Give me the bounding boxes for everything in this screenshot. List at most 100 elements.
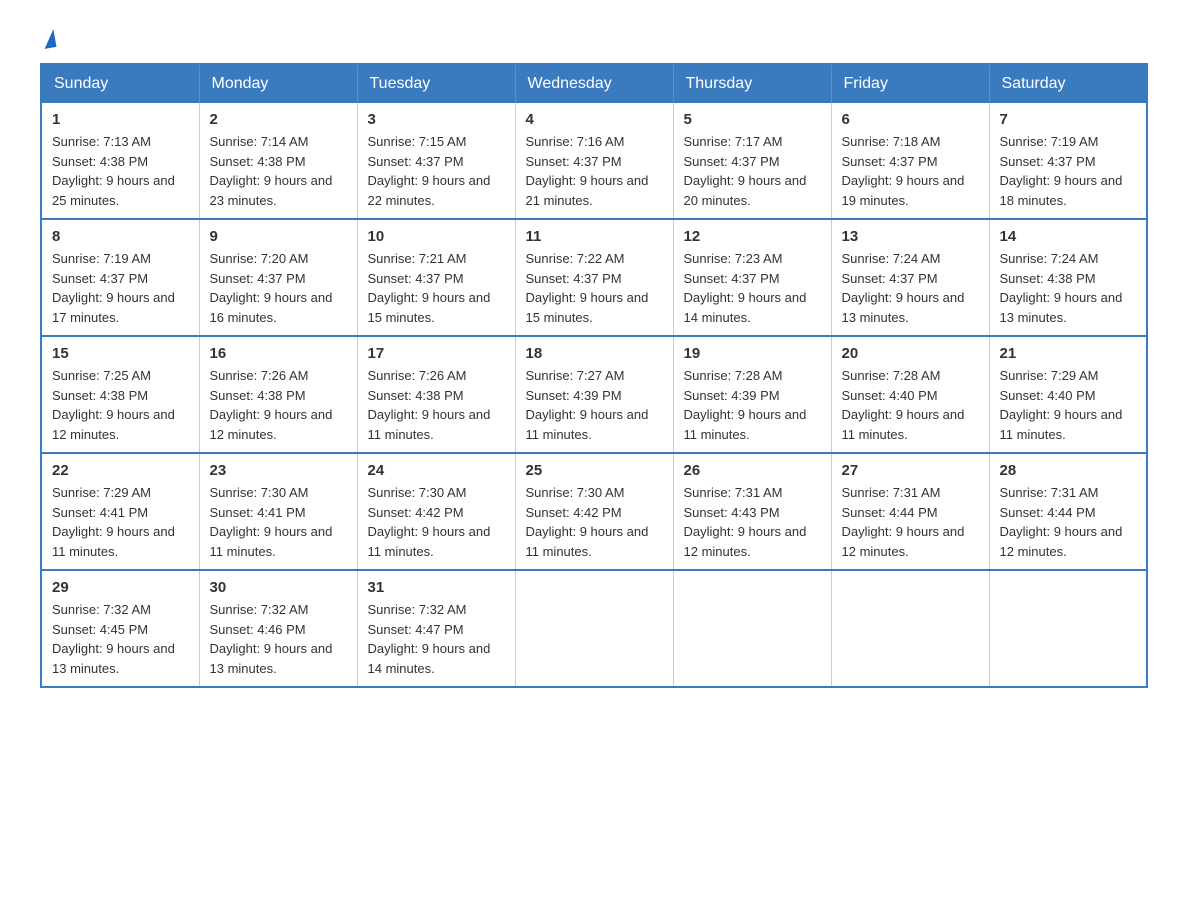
day-number: 3 bbox=[368, 111, 505, 128]
calendar-cell: 31 Sunrise: 7:32 AMSunset: 4:47 PMDayligh… bbox=[357, 570, 515, 687]
day-info: Sunrise: 7:14 AMSunset: 4:38 PMDaylight:… bbox=[210, 132, 347, 210]
logo bbox=[40, 30, 55, 43]
day-info: Sunrise: 7:31 AMSunset: 4:44 PMDaylight:… bbox=[1000, 483, 1137, 561]
day-info: Sunrise: 7:28 AMSunset: 4:40 PMDaylight:… bbox=[842, 366, 979, 444]
day-number: 14 bbox=[1000, 228, 1137, 245]
day-info: Sunrise: 7:29 AMSunset: 4:40 PMDaylight:… bbox=[1000, 366, 1137, 444]
day-info: Sunrise: 7:15 AMSunset: 4:37 PMDaylight:… bbox=[368, 132, 505, 210]
day-info: Sunrise: 7:27 AMSunset: 4:39 PMDaylight:… bbox=[526, 366, 663, 444]
day-info: Sunrise: 7:30 AMSunset: 4:41 PMDaylight:… bbox=[210, 483, 347, 561]
day-number: 22 bbox=[52, 462, 189, 479]
day-info: Sunrise: 7:24 AMSunset: 4:37 PMDaylight:… bbox=[842, 249, 979, 327]
day-number: 11 bbox=[526, 228, 663, 245]
calendar-cell: 6 Sunrise: 7:18 AMSunset: 4:37 PMDaylight… bbox=[831, 103, 989, 219]
day-info: Sunrise: 7:18 AMSunset: 4:37 PMDaylight:… bbox=[842, 132, 979, 210]
day-info: Sunrise: 7:30 AMSunset: 4:42 PMDaylight:… bbox=[368, 483, 505, 561]
calendar-cell: 5Sunrise: 7:17 AMSunset: 4:37 PMDaylight… bbox=[673, 103, 831, 219]
day-info: Sunrise: 7:20 AMSunset: 4:37 PMDaylight:… bbox=[210, 249, 347, 327]
day-number: 13 bbox=[842, 228, 979, 245]
calendar-table: SundayMondayTuesdayWednesdayThursdayFrid… bbox=[40, 63, 1148, 688]
calendar-cell: 28Sunrise: 7:31 AMSunset: 4:44 PMDayligh… bbox=[989, 453, 1147, 570]
calendar-cell: 23 Sunrise: 7:30 AMSunset: 4:41 PMDayligh… bbox=[199, 453, 357, 570]
day-number: 23 bbox=[210, 462, 347, 479]
day-number: 20 bbox=[842, 345, 979, 362]
day-number: 30 bbox=[210, 579, 347, 596]
calendar-cell: 11 Sunrise: 7:22 AMSunset: 4:37 PMDayligh… bbox=[515, 219, 673, 336]
calendar-cell: 14Sunrise: 7:24 AMSunset: 4:38 PMDayligh… bbox=[989, 219, 1147, 336]
day-header-tuesday: Tuesday bbox=[357, 64, 515, 103]
day-info: Sunrise: 7:28 AMSunset: 4:39 PMDaylight:… bbox=[684, 366, 821, 444]
calendar-cell: 25 Sunrise: 7:30 AMSunset: 4:42 PMDayligh… bbox=[515, 453, 673, 570]
logo-general bbox=[40, 30, 55, 48]
calendar-cell: 7 Sunrise: 7:19 AMSunset: 4:37 PMDaylight… bbox=[989, 103, 1147, 219]
day-number: 31 bbox=[368, 579, 505, 596]
calendar-week-row: 1 Sunrise: 7:13 AMSunset: 4:38 PMDaylight… bbox=[41, 103, 1147, 219]
day-info: Sunrise: 7:19 AMSunset: 4:37 PMDaylight:… bbox=[1000, 132, 1137, 210]
calendar-week-row: 15 Sunrise: 7:25 AMSunset: 4:38 PMDayligh… bbox=[41, 336, 1147, 453]
calendar-cell bbox=[989, 570, 1147, 687]
day-number: 29 bbox=[52, 579, 189, 596]
day-info: Sunrise: 7:32 AMSunset: 4:46 PMDaylight:… bbox=[210, 600, 347, 678]
day-number: 26 bbox=[684, 462, 821, 479]
day-info: Sunrise: 7:19 AMSunset: 4:37 PMDaylight:… bbox=[52, 249, 189, 327]
calendar-cell: 29 Sunrise: 7:32 AMSunset: 4:45 PMDayligh… bbox=[41, 570, 199, 687]
calendar-cell: 3 Sunrise: 7:15 AMSunset: 4:37 PMDaylight… bbox=[357, 103, 515, 219]
day-number: 25 bbox=[526, 462, 663, 479]
calendar-cell bbox=[515, 570, 673, 687]
calendar-cell: 17 Sunrise: 7:26 AMSunset: 4:38 PMDayligh… bbox=[357, 336, 515, 453]
day-info: Sunrise: 7:17 AMSunset: 4:37 PMDaylight:… bbox=[684, 132, 821, 210]
calendar-cell: 22 Sunrise: 7:29 AMSunset: 4:41 PMDayligh… bbox=[41, 453, 199, 570]
day-info: Sunrise: 7:21 AMSunset: 4:37 PMDaylight:… bbox=[368, 249, 505, 327]
day-number: 15 bbox=[52, 345, 189, 362]
calendar-cell: 18 Sunrise: 7:27 AMSunset: 4:39 PMDayligh… bbox=[515, 336, 673, 453]
calendar-cell: 24 Sunrise: 7:30 AMSunset: 4:42 PMDayligh… bbox=[357, 453, 515, 570]
day-number: 7 bbox=[1000, 111, 1137, 128]
calendar-cell: 8 Sunrise: 7:19 AMSunset: 4:37 PMDaylight… bbox=[41, 219, 199, 336]
day-header-saturday: Saturday bbox=[989, 64, 1147, 103]
calendar-cell: 15 Sunrise: 7:25 AMSunset: 4:38 PMDayligh… bbox=[41, 336, 199, 453]
day-info: Sunrise: 7:22 AMSunset: 4:37 PMDaylight:… bbox=[526, 249, 663, 327]
calendar-week-row: 29 Sunrise: 7:32 AMSunset: 4:45 PMDayligh… bbox=[41, 570, 1147, 687]
calendar-cell: 19 Sunrise: 7:28 AMSunset: 4:39 PMDayligh… bbox=[673, 336, 831, 453]
day-info: Sunrise: 7:16 AMSunset: 4:37 PMDaylight:… bbox=[526, 132, 663, 210]
day-header-sunday: Sunday bbox=[41, 64, 199, 103]
day-number: 18 bbox=[526, 345, 663, 362]
calendar-cell: 16Sunrise: 7:26 AMSunset: 4:38 PMDayligh… bbox=[199, 336, 357, 453]
day-info: Sunrise: 7:25 AMSunset: 4:38 PMDaylight:… bbox=[52, 366, 189, 444]
day-number: 21 bbox=[1000, 345, 1137, 362]
calendar-week-row: 22 Sunrise: 7:29 AMSunset: 4:41 PMDayligh… bbox=[41, 453, 1147, 570]
day-header-thursday: Thursday bbox=[673, 64, 831, 103]
day-number: 1 bbox=[52, 111, 189, 128]
day-number: 19 bbox=[684, 345, 821, 362]
calendar-cell: 4 Sunrise: 7:16 AMSunset: 4:37 PMDaylight… bbox=[515, 103, 673, 219]
calendar-cell: 13 Sunrise: 7:24 AMSunset: 4:37 PMDayligh… bbox=[831, 219, 989, 336]
page-header bbox=[40, 30, 1148, 43]
calendar-cell: 21 Sunrise: 7:29 AMSunset: 4:40 PMDayligh… bbox=[989, 336, 1147, 453]
day-header-monday: Monday bbox=[199, 64, 357, 103]
day-info: Sunrise: 7:23 AMSunset: 4:37 PMDaylight:… bbox=[684, 249, 821, 327]
days-of-week-row: SundayMondayTuesdayWednesdayThursdayFrid… bbox=[41, 64, 1147, 103]
day-number: 12 bbox=[684, 228, 821, 245]
day-info: Sunrise: 7:30 AMSunset: 4:42 PMDaylight:… bbox=[526, 483, 663, 561]
day-number: 4 bbox=[526, 111, 663, 128]
day-info: Sunrise: 7:26 AMSunset: 4:38 PMDaylight:… bbox=[368, 366, 505, 444]
day-header-friday: Friday bbox=[831, 64, 989, 103]
day-number: 24 bbox=[368, 462, 505, 479]
day-info: Sunrise: 7:32 AMSunset: 4:47 PMDaylight:… bbox=[368, 600, 505, 678]
calendar-cell: 10 Sunrise: 7:21 AMSunset: 4:37 PMDayligh… bbox=[357, 219, 515, 336]
day-info: Sunrise: 7:29 AMSunset: 4:41 PMDaylight:… bbox=[52, 483, 189, 561]
day-number: 2 bbox=[210, 111, 347, 128]
calendar-cell: 12 Sunrise: 7:23 AMSunset: 4:37 PMDayligh… bbox=[673, 219, 831, 336]
day-info: Sunrise: 7:32 AMSunset: 4:45 PMDaylight:… bbox=[52, 600, 189, 678]
day-info: Sunrise: 7:31 AMSunset: 4:44 PMDaylight:… bbox=[842, 483, 979, 561]
day-info: Sunrise: 7:13 AMSunset: 4:38 PMDaylight:… bbox=[52, 132, 189, 210]
day-number: 8 bbox=[52, 228, 189, 245]
day-number: 10 bbox=[368, 228, 505, 245]
calendar-week-row: 8 Sunrise: 7:19 AMSunset: 4:37 PMDaylight… bbox=[41, 219, 1147, 336]
day-number: 17 bbox=[368, 345, 505, 362]
logo-arrow-icon bbox=[42, 29, 57, 49]
day-info: Sunrise: 7:26 AMSunset: 4:38 PMDaylight:… bbox=[210, 366, 347, 444]
day-number: 6 bbox=[842, 111, 979, 128]
calendar-cell: 30 Sunrise: 7:32 AMSunset: 4:46 PMDayligh… bbox=[199, 570, 357, 687]
day-info: Sunrise: 7:31 AMSunset: 4:43 PMDaylight:… bbox=[684, 483, 821, 561]
